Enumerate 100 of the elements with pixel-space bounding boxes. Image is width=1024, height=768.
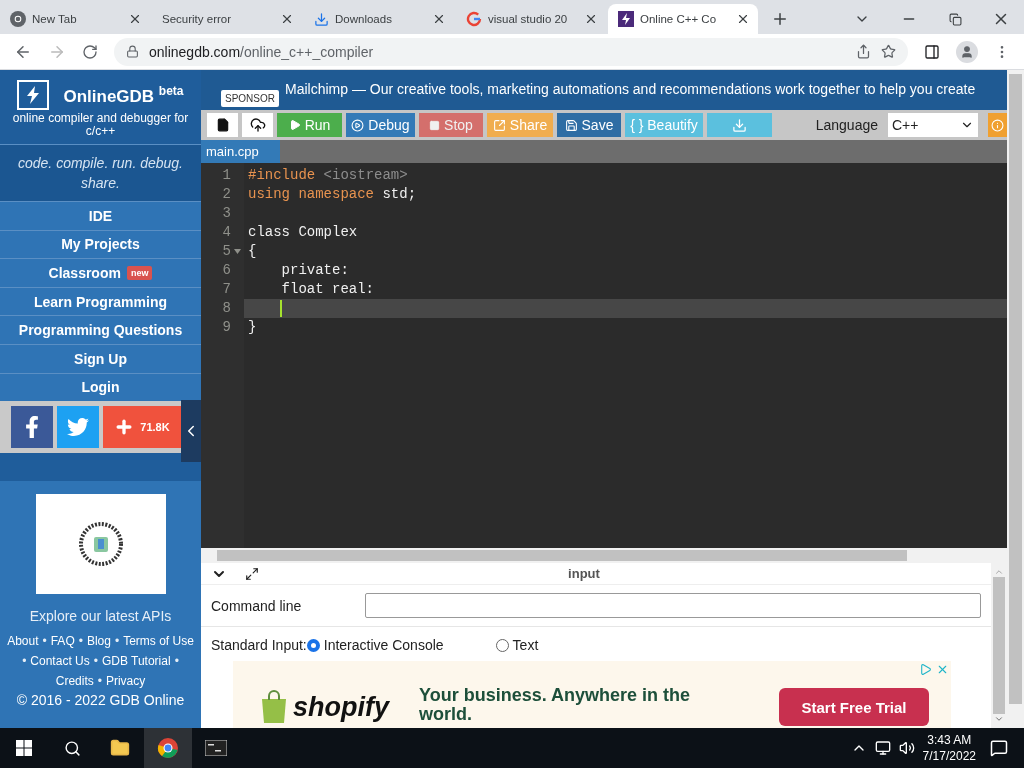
language-label: Language xyxy=(815,117,878,133)
scroll-down-icon[interactable] xyxy=(994,714,1004,724)
code-line: class Complex xyxy=(248,223,358,242)
line-number: 9 xyxy=(221,318,231,337)
ad-headline: Your business. Anywhere in the world. xyxy=(419,686,692,724)
code-line: using namespace std; xyxy=(248,185,417,204)
code-line: { xyxy=(248,242,257,261)
upload-button[interactable] xyxy=(242,113,273,137)
save-button[interactable]: Save xyxy=(557,113,621,137)
google-icon xyxy=(466,11,482,27)
expand-icon[interactable] xyxy=(245,566,259,581)
share-icon[interactable] xyxy=(856,44,871,59)
play-circle-icon xyxy=(351,118,365,132)
facebook-share-button[interactable] xyxy=(11,406,53,449)
side-panel-icon[interactable] xyxy=(924,43,940,60)
info-icon xyxy=(991,118,1004,132)
save-icon xyxy=(564,118,578,132)
radio-label[interactable]: Text xyxy=(512,637,539,653)
code-line: #include <iostream> xyxy=(248,166,408,185)
code-line: float real: xyxy=(280,280,375,299)
download-icon xyxy=(314,11,329,27)
lock-icon xyxy=(126,45,139,58)
browser-tab[interactable]: Downloads xyxy=(304,4,454,34)
footer-link[interactable]: About xyxy=(7,632,39,651)
nav-link[interactable]: Classroom xyxy=(48,265,121,281)
share-count-button[interactable]: 71.8K xyxy=(103,406,181,449)
clock[interactable]: 3:43 AM 7/17/2022 xyxy=(922,732,976,764)
command-line-field[interactable] xyxy=(365,593,981,618)
separator: • xyxy=(114,633,120,651)
code-line: } xyxy=(248,318,257,337)
person-icon xyxy=(960,44,974,59)
footer-link[interactable]: FAQ xyxy=(50,632,75,651)
debug-button[interactable]: Debug xyxy=(346,113,415,137)
close-icon[interactable] xyxy=(432,12,446,26)
field-label: Command line xyxy=(211,597,303,614)
separator: • xyxy=(78,633,83,651)
cloud-upload-icon xyxy=(249,117,266,133)
promo-text: Explore our latest APIs xyxy=(28,608,173,627)
network-icon[interactable] xyxy=(874,740,891,756)
code-editor[interactable]: 1 2 3 4 5 6 7 8 9 #include <iostream> using namespace std; class Complex { private: float real: } xyxy=(201,163,1007,548)
share-icon xyxy=(492,118,506,132)
file-icon xyxy=(215,118,230,132)
scrollbar-thumb[interactable] xyxy=(1009,74,1022,704)
footer-link[interactable]: Credits xyxy=(55,672,94,691)
play-icon xyxy=(288,119,301,131)
radio-button[interactable] xyxy=(306,638,320,652)
new-badge: new xyxy=(126,266,153,280)
new-tab-icon[interactable] xyxy=(771,10,789,28)
reload-icon[interactable] xyxy=(82,43,98,60)
chrome-icon[interactable] xyxy=(144,728,192,768)
browser-tab[interactable]: New Tab xyxy=(0,4,150,34)
restore-icon[interactable] xyxy=(948,12,962,26)
line-number: 6 xyxy=(221,261,231,280)
line-number: 7 xyxy=(221,280,231,299)
language-select[interactable]: C++ xyxy=(888,113,978,137)
profile-avatar[interactable] xyxy=(956,40,978,63)
footer-link[interactable]: Privacy xyxy=(105,672,146,691)
close-icon[interactable] xyxy=(584,12,598,26)
close-icon[interactable] xyxy=(736,12,750,26)
code-line: private: xyxy=(280,261,349,280)
bird-icon xyxy=(67,416,89,439)
field-label: Standard Input: xyxy=(211,637,307,653)
notifications-icon[interactable] xyxy=(990,739,1008,757)
browser-tab[interactable]: visual studio 20 xyxy=(456,4,606,34)
brand-subtitle: online compiler and debugger for c/c++ xyxy=(11,112,190,138)
line-number: 8 xyxy=(221,299,231,318)
tagline: code. compile. run. debug. share. xyxy=(0,145,201,201)
stop-icon xyxy=(429,119,441,131)
shopify-logo: shopify xyxy=(293,691,389,723)
bolt-icon xyxy=(618,11,634,27)
scrollbar-thumb[interactable] xyxy=(993,577,1005,714)
start-trial-button[interactable]: Start Free Trial xyxy=(779,688,929,726)
browser-tab[interactable]: Online C++ Co xyxy=(608,4,758,34)
radio-label[interactable]: Interactive Console xyxy=(323,637,444,653)
twitter-share-button[interactable] xyxy=(57,406,99,449)
footer-link[interactable]: GDB Tutorial xyxy=(101,652,171,671)
separator: • xyxy=(174,653,179,671)
close-icon[interactable] xyxy=(128,12,142,26)
new-file-button[interactable] xyxy=(207,113,238,137)
file-tab[interactable]: main.cpp xyxy=(201,140,280,163)
address-field[interactable]: onlinegdb.com/online_c++_compiler xyxy=(114,37,908,66)
radio-button[interactable] xyxy=(495,638,509,652)
separator: • xyxy=(22,653,27,671)
star-icon[interactable] xyxy=(881,44,896,59)
separator: • xyxy=(93,653,98,671)
fold-icon[interactable] xyxy=(234,249,241,254)
footer-link[interactable]: Contact Us xyxy=(30,652,90,671)
footer-link[interactable]: Blog xyxy=(86,632,111,651)
footer-link[interactable]: Terms of Use xyxy=(123,632,194,651)
line-number: 1 xyxy=(221,166,231,185)
panel-title: input xyxy=(567,566,601,581)
line-number: 2 xyxy=(221,185,231,204)
volume-icon[interactable] xyxy=(898,740,915,756)
close-icon[interactable] xyxy=(280,12,294,26)
browser-tab[interactable]: Security error xyxy=(152,4,302,34)
sponsor-link[interactable]: Mailchimp — Our creative tools, marketing automations and recommendations work together to help you create xyxy=(285,70,976,110)
logo-icon xyxy=(17,80,50,110)
run-button[interactable]: Run xyxy=(277,113,342,137)
copyright-text: © 2016 - 2022 GDB Online xyxy=(15,692,186,709)
text-cursor xyxy=(280,300,282,317)
